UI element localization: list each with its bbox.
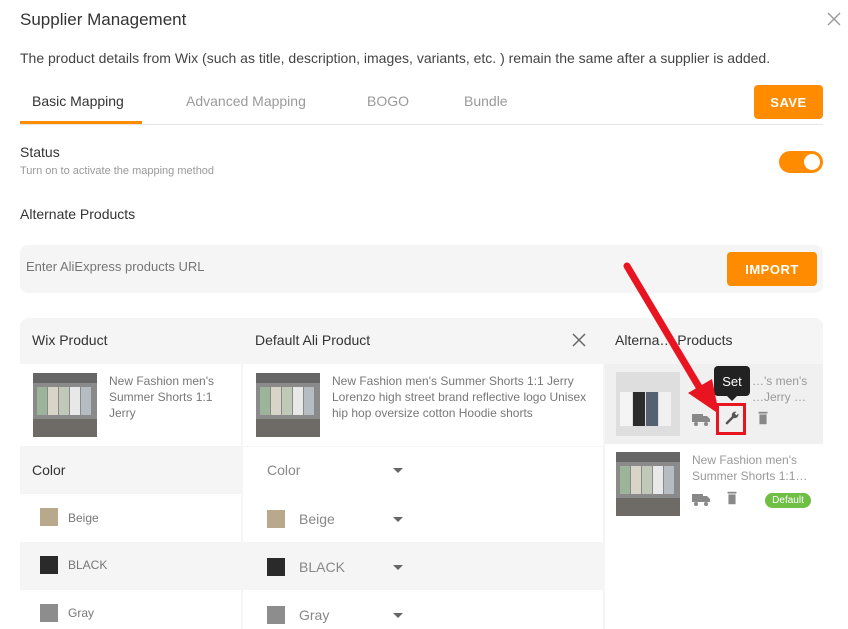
- highlight-box: [716, 403, 746, 435]
- wix-product-image: [33, 373, 97, 437]
- alternate-products-title: Alternate Products: [20, 206, 136, 222]
- chevron-down-icon[interactable]: [393, 468, 403, 473]
- alternate-product-title: …'s men's …Jerry …: [752, 374, 808, 404]
- variant-swatch: [40, 508, 58, 526]
- import-button[interactable]: IMPORT: [727, 252, 817, 286]
- status-toggle[interactable]: [779, 151, 823, 173]
- save-button[interactable]: SAVE: [754, 85, 823, 119]
- shipping-truck-icon[interactable]: [692, 411, 710, 427]
- aliexpress-url-input[interactable]: [26, 259, 706, 274]
- wix-variant-label: Gray: [68, 606, 95, 620]
- header-wix-product: Wix Product: [32, 332, 108, 348]
- status-subtitle: Turn on to activate the mapping method: [20, 165, 215, 177]
- option-select[interactable]: Color: [267, 462, 300, 478]
- chevron-down-icon[interactable]: [393, 613, 403, 618]
- wix-variant-label: Beige: [68, 511, 99, 525]
- shipping-truck-icon[interactable]: [692, 491, 710, 507]
- default-badge: Default: [765, 493, 811, 508]
- header-alternate-products: Alterna… Products: [615, 332, 733, 348]
- variant-row-ali: [243, 494, 603, 542]
- modal-title: Supplier Management: [20, 10, 187, 29]
- wix-product-title: New Fashion men's Summer Shorts 1:1 Jerr…: [109, 374, 214, 420]
- ali-product-title: New Fashion men's Summer Shorts 1:1 Jerr…: [332, 374, 587, 420]
- alternate-product-image: [616, 372, 680, 436]
- variant-swatch: [267, 558, 285, 576]
- alternate-product-image: [616, 452, 680, 516]
- tab-bar: Basic Mapping Advanced Mapping BOGO Bund…: [20, 88, 823, 125]
- option-label: Color: [32, 462, 66, 478]
- trash-icon[interactable]: [754, 410, 772, 426]
- alternate-product-title: New Fashion men's Summer Shorts 1:1…: [692, 453, 808, 483]
- status-title: Status: [20, 144, 60, 160]
- tab-bogo[interactable]: BOGO: [367, 93, 409, 109]
- variant-swatch: [40, 556, 58, 574]
- wix-variant-label: BLACK: [68, 558, 108, 572]
- remove-default-icon[interactable]: [572, 333, 586, 347]
- tab-advanced-mapping[interactable]: Advanced Mapping: [186, 93, 306, 109]
- header-default-ali-product: Default Ali Product: [255, 332, 371, 348]
- variant-swatch: [267, 606, 285, 624]
- variant-swatch: [267, 510, 285, 528]
- active-tab-indicator: [20, 121, 142, 124]
- import-bar: IMPORT: [20, 245, 823, 293]
- set-tooltip: Set: [714, 366, 750, 401]
- tab-bundle[interactable]: Bundle: [464, 93, 508, 109]
- ali-variant-select[interactable]: BLACK: [299, 559, 345, 575]
- variant-row-ali: [243, 590, 603, 629]
- chevron-down-icon[interactable]: [393, 565, 403, 570]
- tab-basic-mapping[interactable]: Basic Mapping: [32, 93, 124, 109]
- chevron-down-icon[interactable]: [393, 517, 403, 522]
- ali-product-image: [256, 373, 320, 437]
- ali-variant-select[interactable]: Gray: [299, 607, 329, 623]
- ali-variant-select[interactable]: Beige: [299, 511, 335, 527]
- close-icon[interactable]: [826, 11, 842, 27]
- variant-swatch: [40, 604, 58, 622]
- modal-description: The product details from Wix (such as ti…: [20, 50, 771, 66]
- trash-icon[interactable]: [723, 490, 741, 506]
- toggle-knob: [804, 154, 820, 170]
